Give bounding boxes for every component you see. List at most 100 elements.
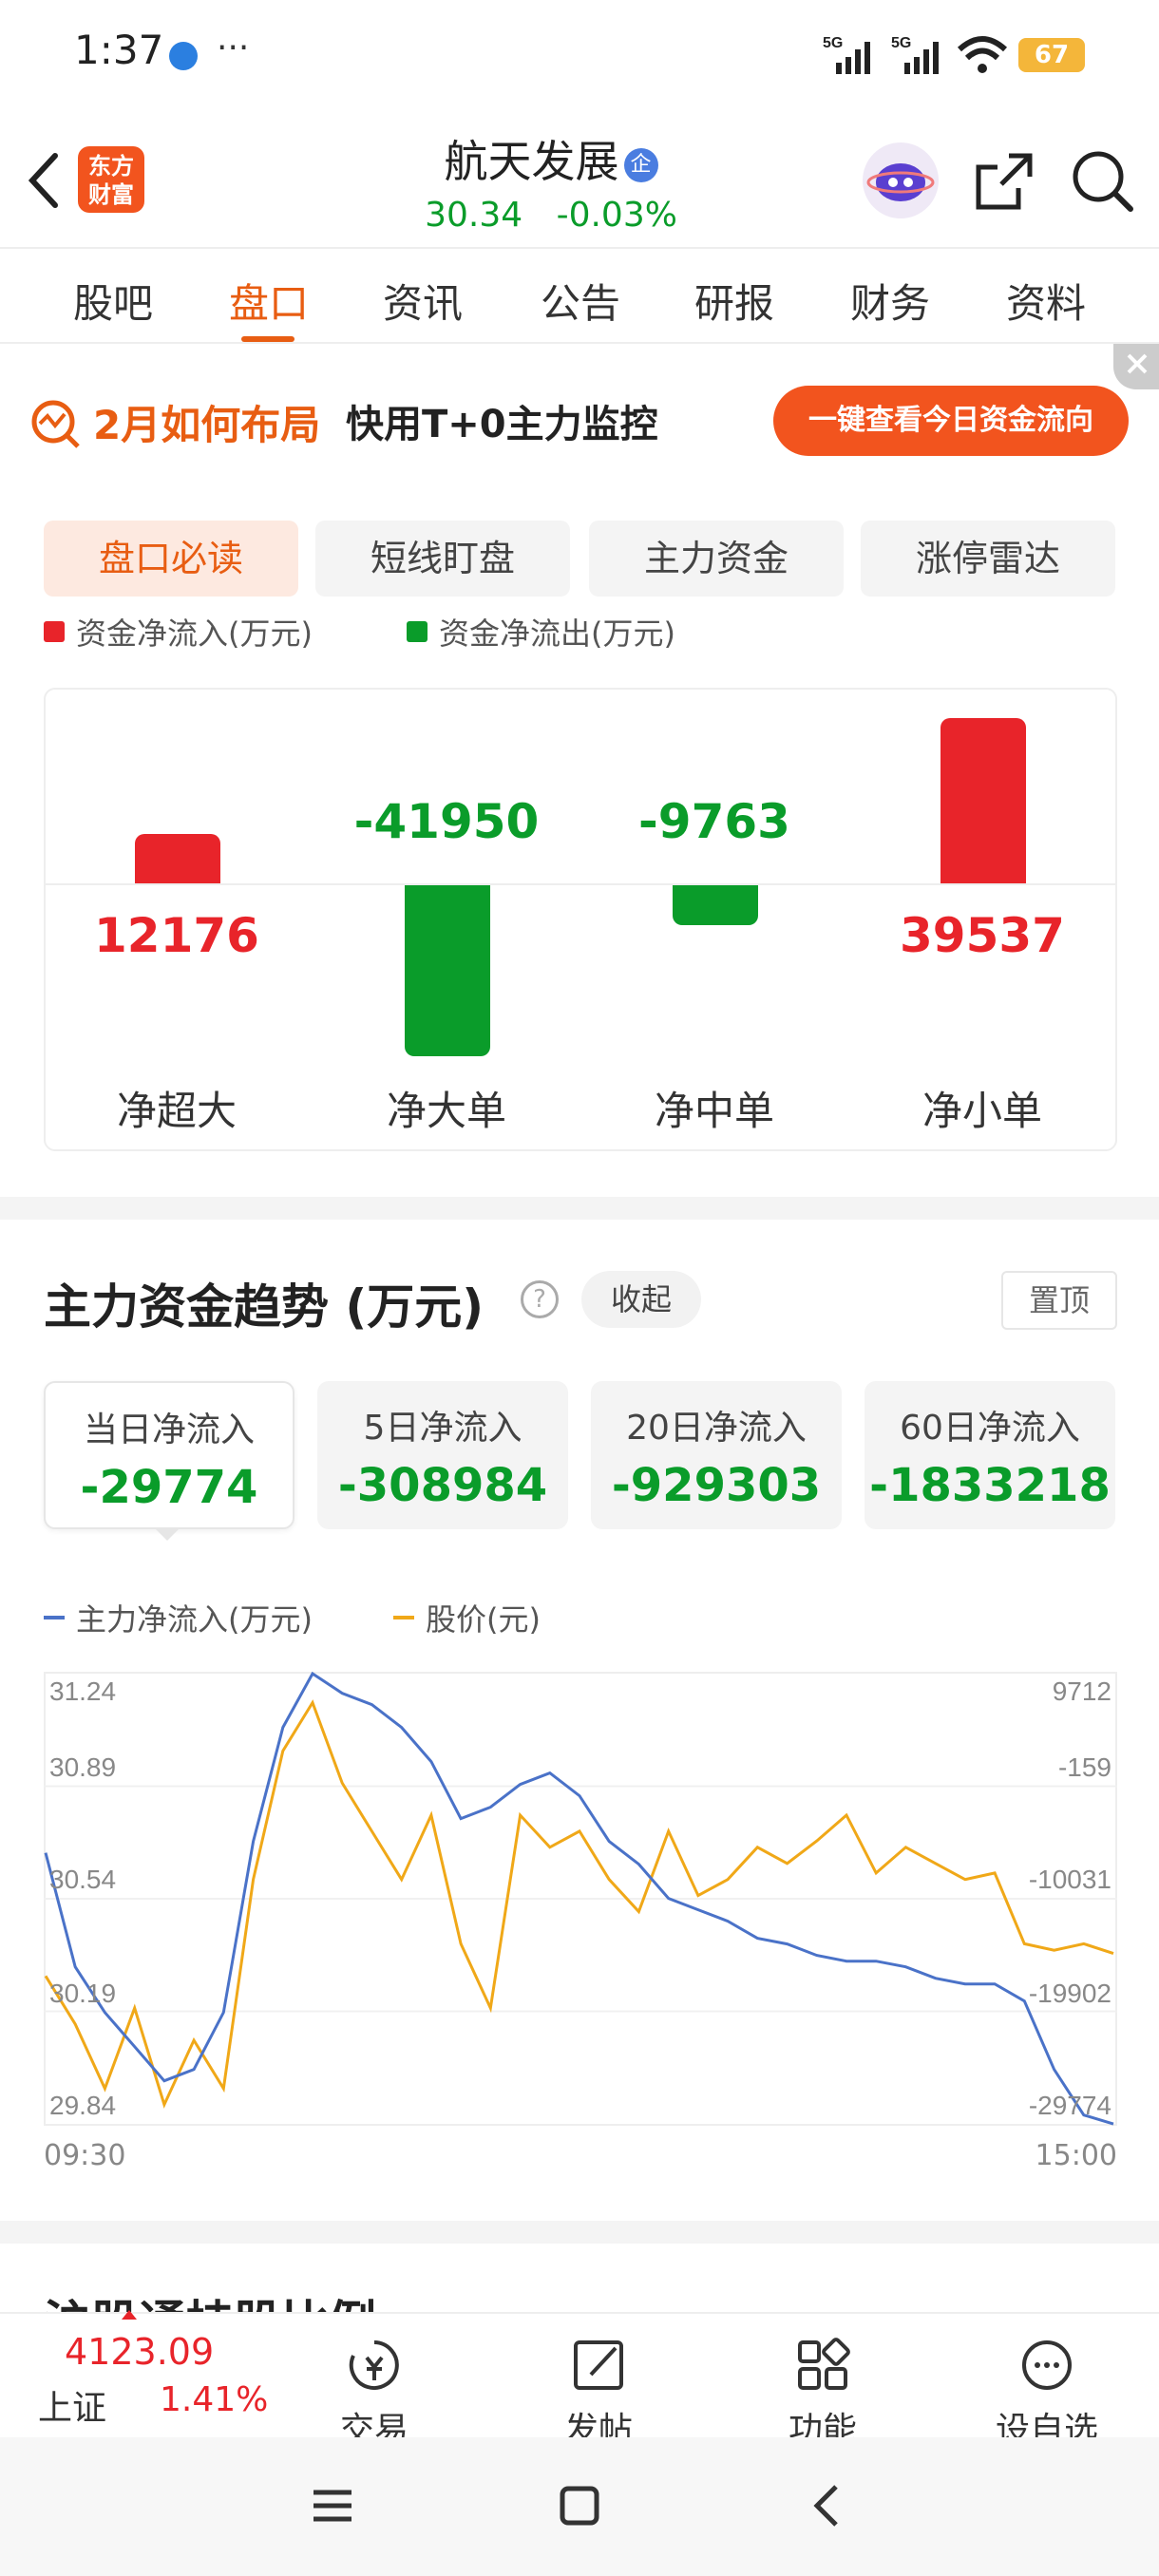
subtab-short-term[interactable]: 短线盯盘 — [315, 521, 570, 597]
tab-finance[interactable]: 财务 — [828, 272, 952, 330]
left-tick-label: 31.24 — [49, 1676, 116, 1706]
menu-icon[interactable] — [310, 2483, 355, 2529]
status-bar: 1:37 ··· 5G 5G 67 — [0, 0, 1159, 114]
fund-flow-chart: 12176 -41950 -9763 39537 净超大 净大单 净中单 净小单 — [44, 688, 1117, 1151]
more-notifications-icon: ··· — [217, 28, 250, 67]
legend-outflow: 资金净流出(万元) — [407, 610, 675, 653]
app-notification-icon — [169, 42, 198, 70]
tab-profile[interactable]: 资料 — [984, 272, 1108, 330]
app-logo-line2: 财富 — [88, 181, 134, 208]
legend-inflow: 资金净流入(万元) — [44, 610, 313, 653]
right-tick-label: -19902 — [1029, 1979, 1112, 2008]
search-icon[interactable] — [1070, 148, 1136, 215]
ai-assistant-icon[interactable] — [863, 142, 939, 218]
right-tick-label: -159 — [1058, 1752, 1112, 1782]
legend-price-label: 股价(元) — [426, 1601, 541, 1638]
flow-bar-medium — [673, 885, 758, 925]
stock-name: 航天发展 — [444, 136, 619, 187]
section-divider — [0, 1197, 1159, 1220]
next-section-title: 沪股通持股比例 — [44, 2285, 376, 2312]
app-logo-line1: 东方 — [88, 153, 134, 180]
battery-level: 67 — [1034, 41, 1070, 69]
subtab-main-funds[interactable]: 主力资金 — [589, 521, 844, 597]
trend-chart-svg: 31.24 30.89 30.54 30.19 29.84 9712 -159 -10031 -… — [44, 1671, 1117, 2126]
flow-label-medium: 净中单 — [654, 1088, 774, 1134]
trend-card-60day[interactable]: 60日净流入 -1833218 — [864, 1381, 1115, 1529]
trend-card-value: -929303 — [611, 1459, 822, 1512]
flow-label-super-large: 净超大 — [116, 1088, 237, 1134]
back-icon[interactable] — [21, 150, 68, 211]
active-card-pointer — [154, 1527, 180, 1541]
edit-icon — [574, 2340, 623, 2390]
zero-baseline — [46, 883, 1115, 885]
home-icon[interactable] — [557, 2483, 602, 2529]
trend-card-label: 60日净流入 — [900, 1409, 1080, 1448]
svg-text:5G: 5G — [823, 35, 843, 51]
trend-card-20day[interactable]: 20日净流入 -929303 — [591, 1381, 842, 1529]
trade-icon — [349, 2340, 399, 2390]
tab-research[interactable]: 研报 — [673, 272, 796, 330]
right-tick-label: -29774 — [1029, 2091, 1112, 2120]
index-name[interactable]: 上证 — [38, 2380, 106, 2430]
battery-icon: 67 — [1018, 38, 1085, 72]
legend-inflow-label: 资金净流入(万元) — [76, 616, 313, 652]
subtab-limit-up-radar[interactable]: 涨停雷达 — [861, 521, 1115, 597]
bottom-nav: 4123.09 上证 1.41% 交易 发帖 功能 设自选 — [0, 2310, 1159, 2450]
main-flow-swatch — [44, 1616, 65, 1619]
pin-button[interactable]: 置顶 — [1001, 1271, 1117, 1330]
banner-subtitle: 快用T+0主力监控 — [346, 403, 658, 446]
flow-label-small: 净小单 — [922, 1088, 1042, 1134]
help-icon[interactable]: ? — [521, 1280, 559, 1318]
trend-search-icon — [28, 397, 82, 450]
flow-bar-small — [940, 718, 1026, 883]
collapse-button[interactable]: 收起 — [581, 1271, 701, 1328]
trend-card-today[interactable]: 当日净流入 -29774 — [44, 1381, 294, 1529]
tab-guba[interactable]: 股吧 — [51, 272, 175, 330]
promo-banner[interactable]: 2月如何布局 快用T+0主力监控 一键查看今日资金流向 — [0, 344, 1159, 477]
flow-bar-super-large — [135, 834, 220, 883]
index-value[interactable]: 4123.09 — [65, 2331, 214, 2373]
nav-functions[interactable]: 功能 — [756, 2337, 889, 2452]
status-time: 1:37 — [74, 27, 164, 73]
svg-text:5G: 5G — [891, 35, 911, 51]
stock-change: -0.03% — [556, 196, 677, 235]
stock-price: 30.34 — [425, 196, 523, 235]
tab-pankou[interactable]: 盘口 — [207, 272, 331, 330]
trend-card-value: -29774 — [80, 1461, 258, 1514]
outflow-swatch — [407, 621, 428, 642]
banner-cta-button[interactable]: 一键查看今日资金流向 — [773, 386, 1129, 456]
nav-add-watchlist[interactable]: 设自选 — [980, 2337, 1113, 2452]
flow-value-super-large: 12176 — [94, 908, 259, 963]
trend-card-value: -308984 — [337, 1459, 548, 1512]
inflow-swatch — [44, 621, 65, 642]
index-change[interactable]: 1.41% — [160, 2380, 268, 2419]
subtab-must-read[interactable]: 盘口必读 — [44, 521, 298, 597]
share-icon[interactable] — [971, 148, 1037, 215]
left-tick-label: 30.54 — [49, 1865, 116, 1894]
trend-card-label: 5日净流入 — [363, 1409, 522, 1448]
trend-card-5day[interactable]: 5日净流入 -308984 — [317, 1381, 568, 1529]
price-swatch — [393, 1616, 414, 1619]
back-nav-icon[interactable] — [806, 2483, 851, 2529]
trend-card-label: 20日净流入 — [626, 1409, 807, 1448]
close-banner-icon[interactable] — [1113, 344, 1159, 389]
nav-post[interactable]: 发帖 — [532, 2337, 665, 2452]
section-divider — [0, 2221, 1159, 2244]
fund-trend-chart: 31.24 30.89 30.54 30.19 29.84 9712 -159 -10031 -… — [44, 1671, 1117, 2172]
left-tick-label: 30.89 — [49, 1752, 116, 1782]
legend-main-flow-label: 主力净流入(万元) — [76, 1601, 313, 1638]
enterprise-badge: 企 — [623, 148, 658, 182]
stock-quote: 30.34 -0.03% — [361, 196, 741, 235]
flow-label-large: 净大单 — [386, 1088, 506, 1134]
right-tick-label: 9712 — [1053, 1676, 1112, 1706]
tab-news[interactable]: 资讯 — [361, 272, 484, 330]
grid-icon — [798, 2338, 850, 2390]
index-up-arrow — [122, 2310, 137, 2320]
trend-card-label: 当日净流入 — [83, 1411, 255, 1449]
app-logo[interactable]: 东方 财富 — [78, 146, 144, 213]
flow-value-large: -41950 — [353, 794, 540, 849]
x-axis-start: 09:30 — [44, 2139, 126, 2172]
active-tab-indicator — [241, 336, 294, 342]
tab-announcements[interactable]: 公告 — [519, 272, 642, 330]
nav-trade[interactable]: 交易 — [308, 2337, 441, 2452]
